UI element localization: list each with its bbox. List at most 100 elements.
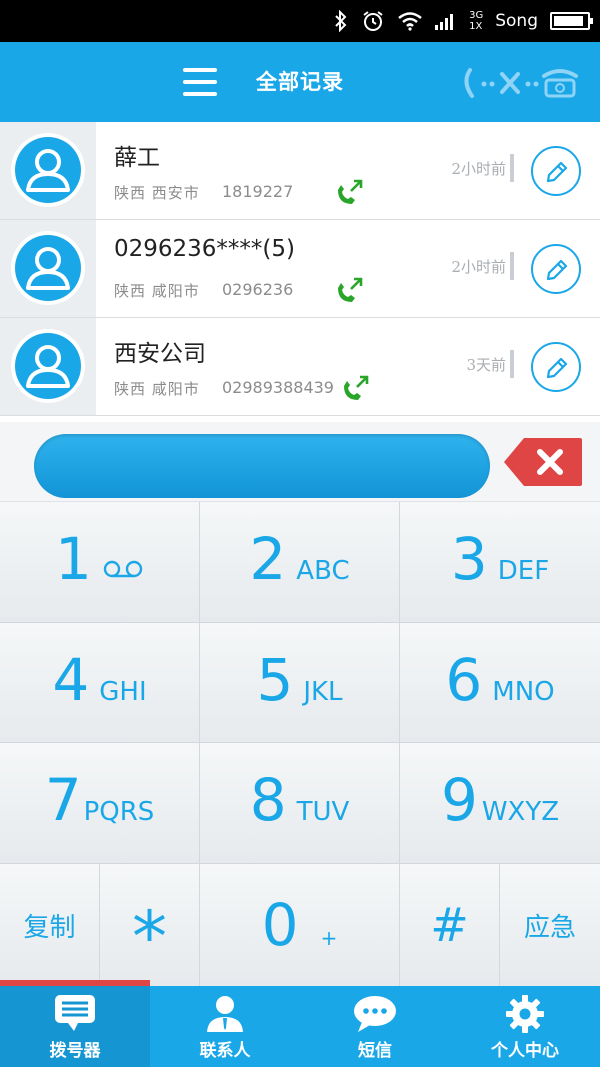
menu-icon[interactable] — [183, 68, 217, 96]
contact-number: 02989388439 — [222, 378, 334, 397]
pencil-icon — [546, 357, 568, 379]
avatar-cell — [0, 318, 96, 415]
contact-avatar-icon — [15, 137, 81, 203]
carrier-name: Song — [495, 11, 538, 31]
pencil-icon — [546, 259, 568, 281]
call-log-row[interactable]: 西安公司 陕西 咸阳市 02989388439 3天前 — [0, 318, 600, 416]
key-letters: + — [320, 926, 338, 950]
key-letters: TUV — [296, 797, 350, 827]
avatar — [11, 133, 85, 207]
bluetooth-icon — [333, 10, 349, 32]
contact-name: 0296236****(5) — [114, 236, 296, 262]
key-digit: 4 — [52, 646, 90, 714]
contact-name: 西安公司 — [114, 341, 206, 367]
key-7[interactable]: 7 PQRS — [0, 743, 200, 864]
app-header: 全部记录 — [0, 42, 600, 122]
key-letters: ABC — [296, 556, 350, 586]
tab-label: 拨号器 — [49, 1041, 101, 1061]
dial-number-input[interactable] — [34, 434, 490, 498]
key-digit: 1 — [55, 525, 92, 593]
sms-icon — [354, 996, 396, 1032]
copy-button[interactable]: 复制 — [0, 864, 100, 986]
dial-input-bar — [0, 422, 600, 502]
contact-number: 1819227 — [222, 182, 294, 201]
contact-location: 陕西 咸阳市 — [114, 380, 200, 398]
key-3[interactable]: 3 DEF — [400, 502, 600, 623]
avatar — [11, 329, 85, 403]
network-top-label: 3G — [469, 10, 484, 21]
divider — [510, 350, 514, 378]
key-letters: MNO — [492, 677, 555, 707]
outgoing-call-icon — [338, 277, 363, 302]
edit-contact-button[interactable] — [531, 146, 581, 196]
key-0[interactable]: 0 + — [200, 864, 400, 986]
divider — [510, 252, 514, 280]
edit-contact-button[interactable] — [531, 342, 581, 392]
outgoing-call-icon — [344, 375, 369, 400]
key-digit: 8 — [249, 766, 287, 834]
call-time: 3天前 — [466, 356, 506, 374]
network-type: 3G 1X — [469, 10, 483, 32]
voicemail-icon — [103, 560, 143, 578]
call-log-row[interactable]: 薛工 陕西 西安市 1819227 2小时前 — [0, 122, 600, 220]
alarm-icon — [361, 9, 385, 33]
emergency-button[interactable]: 应急 — [500, 864, 600, 986]
key-star[interactable]: * — [100, 864, 200, 986]
key-digit: 3 — [450, 525, 488, 593]
wifi-icon — [397, 11, 423, 31]
tab-profile[interactable]: 个人中心 — [450, 986, 600, 1067]
bottom-nav: 拨号器 联系人 短信 个人中心 — [0, 980, 600, 1067]
pencil-icon — [546, 161, 568, 183]
key-letters: DEF — [497, 556, 550, 586]
call-log-row[interactable]: 0296236****(5) 陕西 咸阳市 0296236 2小时前 — [0, 220, 600, 318]
key-hash[interactable]: # — [400, 864, 500, 986]
avatar — [11, 231, 85, 305]
contact-avatar-icon — [15, 235, 81, 301]
key-4[interactable]: 4 GHI — [0, 623, 200, 743]
tab-label: 短信 — [358, 1041, 392, 1061]
avatar-cell — [0, 220, 96, 317]
key-letters: GHI — [99, 677, 147, 707]
tab-dialer[interactable]: 拨号器 — [0, 980, 150, 1067]
key-letters: JKL — [303, 677, 343, 707]
contact-number: 0296236 — [222, 280, 294, 299]
outgoing-call-icon — [338, 179, 363, 204]
dialer-icon — [55, 995, 95, 1031]
key-5[interactable]: 5 JKL — [200, 623, 400, 743]
key-8[interactable]: 8 TUV — [200, 743, 400, 864]
edit-contact-button[interactable] — [531, 244, 581, 294]
key-letters: PQRS — [83, 797, 155, 827]
call-time: 2小时前 — [451, 258, 506, 276]
contacts-icon — [207, 996, 243, 1032]
key-digit: 6 — [445, 646, 483, 714]
call-log-list: 薛工 陕西 西安市 1819227 2小时前 0296236****(5) 陕西… — [0, 122, 600, 422]
page-title: 全部记录 — [256, 70, 344, 94]
tab-sms[interactable]: 短信 — [300, 986, 450, 1067]
battery-icon — [550, 12, 593, 30]
key-9[interactable]: 9 WXYZ — [400, 743, 600, 864]
divider — [510, 154, 514, 182]
gear-icon — [506, 995, 544, 1033]
avatar-cell — [0, 122, 96, 219]
network-bottom-label: 1X — [469, 21, 483, 32]
battery-fill — [554, 16, 583, 26]
key-digit: 2 — [249, 525, 287, 593]
contact-location: 陕西 咸阳市 — [114, 282, 200, 300]
key-digit: 5 — [256, 646, 294, 714]
tab-label: 联系人 — [199, 1041, 251, 1061]
key-6[interactable]: 6 MNO — [400, 623, 600, 743]
backspace-icon[interactable] — [502, 436, 584, 488]
status-bar: 3G 1X Song — [0, 0, 600, 42]
tab-contacts[interactable]: 联系人 — [150, 986, 300, 1067]
contact-location: 陕西 西安市 — [114, 184, 200, 202]
call-time: 2小时前 — [451, 160, 506, 178]
call-forward-logo-icon[interactable] — [460, 62, 580, 102]
key-digit: 9 — [440, 766, 478, 834]
contact-name: 薛工 — [114, 145, 160, 171]
key-2[interactable]: 2 ABC — [200, 502, 400, 623]
key-1[interactable]: 1 — [0, 502, 200, 623]
key-digit: 7 — [44, 766, 82, 834]
key-digit: 0 — [261, 891, 299, 959]
key-letters: WXYZ — [481, 797, 560, 827]
dial-keypad: 1 2 ABC 3 DEF 4 GHI 5 JKL 6 MNO 7 PQRS 8… — [0, 502, 600, 986]
